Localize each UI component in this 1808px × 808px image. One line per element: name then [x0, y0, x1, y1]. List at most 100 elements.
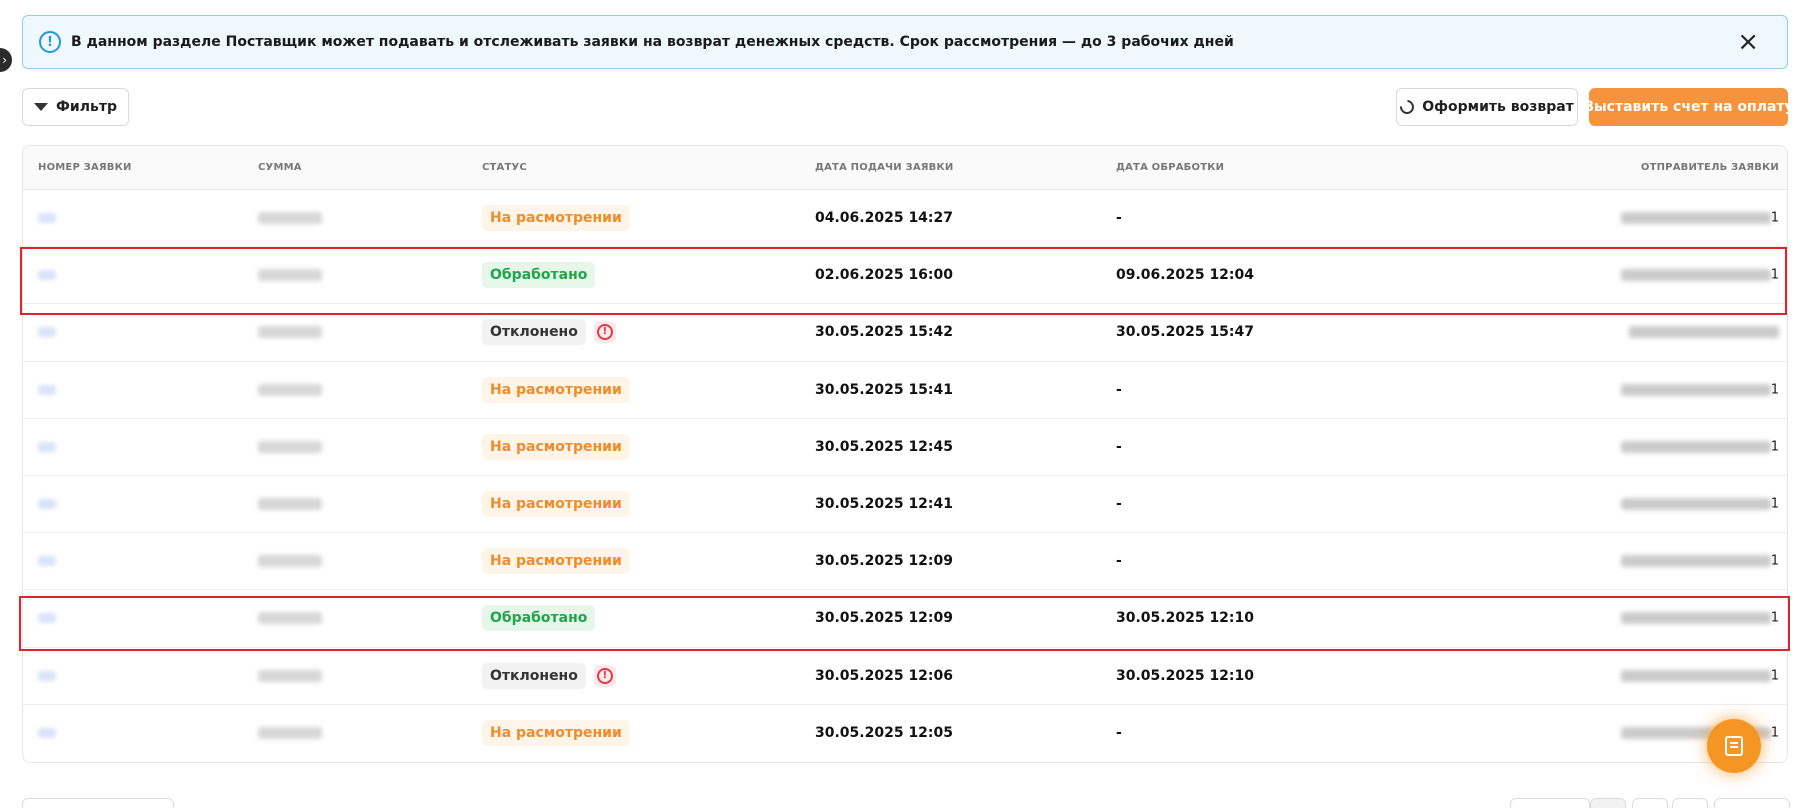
redacted-number	[38, 556, 56, 567]
processed-date: 30.05.2025 12:10	[1116, 667, 1255, 684]
sender-tail: 1	[1770, 610, 1779, 626]
redacted-sender	[1620, 612, 1771, 625]
submitted-date: 04.06.2025 14:27	[815, 210, 954, 227]
table-row[interactable]: На расмотрении 30.05.2025 12:09 - 1	[23, 533, 1787, 591]
table-row[interactable]: На расмотрении 04.06.2025 14:27 - 1	[23, 190, 1787, 248]
processed-date: -	[1116, 496, 1122, 513]
pagination-page[interactable]	[1590, 798, 1626, 808]
redacted-number	[38, 270, 56, 281]
table-row[interactable]: Отклонено! 30.05.2025 12:06 30.05.2025 1…	[23, 648, 1787, 705]
status-cell: Обработано	[482, 605, 596, 632]
toolbar: Фильтр Оформить возврат Выставить счет н…	[22, 88, 1794, 126]
refunds-table: НОМЕР ЗАЯВКИ СУММА СТАТУС ДАТА ПОДАЧИ ЗА…	[22, 145, 1788, 763]
processed-date: 30.05.2025 15:47	[1116, 324, 1255, 341]
status-badge: На расмотрении	[482, 720, 630, 747]
status-cell: На расмотрении	[482, 205, 630, 232]
column-header-amount[interactable]: СУММА	[258, 162, 302, 173]
redacted-sender	[1620, 440, 1771, 453]
sender-cell: 1	[1620, 382, 1779, 398]
sender-cell: 1	[1620, 210, 1779, 226]
close-icon[interactable]: ×	[1737, 29, 1759, 55]
sender-cell: 1	[1620, 610, 1779, 626]
table-row[interactable]: Обработано 02.06.2025 16:00 09.06.2025 1…	[23, 247, 1787, 305]
table-row[interactable]: На расмотрении 30.05.2025 12:05 - 1	[23, 705, 1787, 762]
column-header-processed[interactable]: ДАТА ОБРАБОТКИ	[1116, 162, 1224, 173]
request-number-link[interactable]	[38, 213, 56, 224]
table-row[interactable]: Обработано 30.05.2025 12:09 30.05.2025 1…	[23, 590, 1787, 648]
table-row[interactable]: На расмотрении 30.05.2025 12:45 - 1	[23, 419, 1787, 476]
table-row[interactable]: Отклонено! 30.05.2025 15:42 30.05.2025 1…	[23, 304, 1787, 362]
pagination-page[interactable]	[1672, 798, 1708, 808]
amount-cell	[258, 440, 322, 453]
warning-icon[interactable]: !	[593, 664, 616, 687]
issue-invoice-button[interactable]: Выставить счет на оплату	[1583, 88, 1794, 126]
amount-cell	[258, 269, 322, 282]
info-banner: ! В данном разделе Поставщик может подав…	[22, 15, 1788, 69]
request-number-link[interactable]	[38, 499, 56, 510]
amount-cell	[258, 669, 322, 682]
redacted-amount	[258, 326, 322, 339]
amount-cell	[258, 612, 322, 625]
processed-date: -	[1116, 725, 1122, 742]
amount-cell	[258, 383, 322, 396]
status-cell: На расмотрении	[482, 376, 630, 403]
status-badge: На расмотрении	[482, 376, 630, 403]
status-badge: Обработано	[482, 605, 596, 632]
info-circle-icon: !	[39, 31, 61, 53]
create-refund-button[interactable]: Оформить возврат	[1396, 88, 1578, 126]
column-header-number[interactable]: НОМЕР ЗАЯВКИ	[38, 162, 132, 173]
amount-cell	[258, 727, 322, 740]
request-number-link[interactable]	[38, 728, 56, 739]
sender-tail: 1	[1770, 725, 1779, 741]
redacted-sender	[1629, 326, 1779, 339]
sender-cell: 1	[1620, 668, 1779, 684]
redacted-number	[38, 728, 56, 739]
redacted-amount	[258, 498, 322, 511]
pagination-page[interactable]	[1632, 798, 1668, 808]
status-cell: На расмотрении	[482, 491, 630, 518]
column-header-status[interactable]: СТАТУС	[482, 162, 527, 173]
redacted-amount	[258, 669, 322, 682]
sender-cell: 1	[1620, 439, 1779, 455]
redacted-amount	[258, 612, 322, 625]
request-number-link[interactable]	[38, 327, 56, 338]
request-number-link[interactable]	[38, 441, 56, 452]
submitted-date: 02.06.2025 16:00	[815, 267, 954, 284]
processed-date: -	[1116, 210, 1122, 227]
page-size-select[interactable]	[22, 798, 174, 808]
status-cell: Отклонено!	[482, 662, 616, 689]
processed-date: -	[1116, 381, 1122, 398]
redacted-amount	[258, 555, 322, 568]
request-number-link[interactable]	[38, 270, 56, 281]
submitted-date: 30.05.2025 12:09	[815, 610, 954, 627]
column-header-sender[interactable]: ОТПРАВИТЕЛЬ ЗАЯВКИ	[1641, 162, 1779, 173]
redacted-number	[38, 384, 56, 395]
sender-cell: 1	[1620, 496, 1779, 512]
redacted-number	[38, 213, 56, 224]
table-row[interactable]: На расмотрении 30.05.2025 15:41 - 1	[23, 362, 1787, 419]
refunds-page: › ! В данном разделе Поставщик может под…	[0, 0, 1808, 808]
status-badge: На расмотрении	[482, 433, 630, 460]
redacted-amount	[258, 269, 322, 282]
processed-date: -	[1116, 553, 1122, 570]
submitted-date: 30.05.2025 12:05	[815, 725, 954, 742]
sender-tail: 1	[1770, 210, 1779, 226]
request-number-link[interactable]	[38, 384, 56, 395]
submitted-date: 30.05.2025 15:41	[815, 381, 954, 398]
chat-fab-button[interactable]	[1707, 719, 1761, 773]
pagination-prev[interactable]	[1510, 798, 1590, 808]
request-number-link[interactable]	[38, 670, 56, 681]
sender-cell	[1629, 324, 1779, 340]
sidebar-expand-button[interactable]: ›	[0, 48, 12, 72]
amount-cell	[258, 555, 322, 568]
table-row[interactable]: На расмотрении 30.05.2025 12:41 - 1	[23, 476, 1787, 534]
column-header-submitted[interactable]: ДАТА ПОДАЧИ ЗАЯВКИ	[815, 162, 953, 173]
submitted-date: 30.05.2025 15:42	[815, 324, 954, 341]
pagination-next[interactable]	[1714, 798, 1790, 808]
warning-icon[interactable]: !	[593, 321, 616, 344]
request-number-link[interactable]	[38, 556, 56, 567]
filter-button[interactable]: Фильтр	[22, 88, 129, 126]
request-number-link[interactable]	[38, 613, 56, 624]
status-cell: На расмотрении	[482, 720, 630, 747]
redacted-amount	[258, 212, 322, 225]
